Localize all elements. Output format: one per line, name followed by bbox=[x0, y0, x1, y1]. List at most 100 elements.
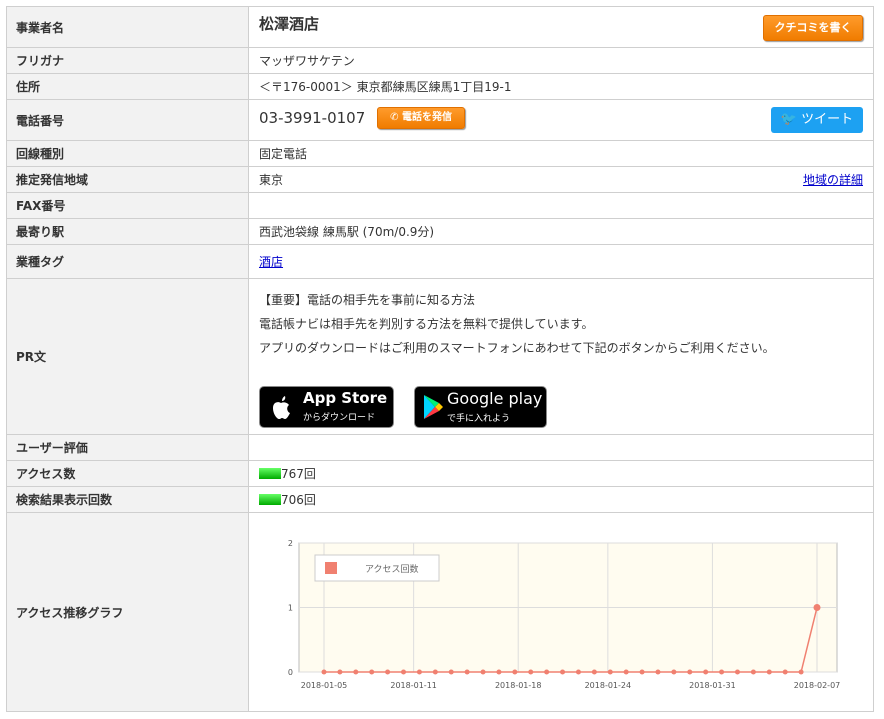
y-tick-label: 2 bbox=[288, 539, 293, 548]
data-point bbox=[464, 669, 470, 675]
row-fax: FAX番号 bbox=[6, 192, 874, 219]
row-access: アクセス数 767回 bbox=[6, 460, 874, 487]
label-address: 住所 bbox=[6, 73, 249, 100]
legend-label: アクセス回数 bbox=[365, 563, 419, 575]
data-point bbox=[560, 669, 566, 675]
phone-number: 03-3991-0107 bbox=[259, 109, 366, 127]
rating-value bbox=[248, 434, 874, 461]
data-point bbox=[639, 669, 645, 675]
label-graph: アクセス推移グラフ bbox=[6, 512, 249, 712]
business-info-table: 事業者名 松澤酒店 クチコミを書く フリガナ マッザワサケテン 住所 ＜〒176… bbox=[6, 6, 874, 712]
google-play-subtitle: で手に入れよう bbox=[447, 413, 511, 424]
data-point bbox=[337, 669, 343, 675]
twitter-bird-icon: 🐦 bbox=[780, 112, 802, 127]
label-access: アクセス数 bbox=[6, 460, 249, 487]
app-store-subtitle: からダウンロード bbox=[303, 412, 376, 423]
data-point bbox=[703, 669, 709, 675]
x-tick-label: 2018-01-05 bbox=[301, 681, 348, 690]
data-point bbox=[401, 669, 407, 675]
access-bar bbox=[259, 468, 281, 479]
label-search: 検索結果表示回数 bbox=[6, 486, 249, 513]
google-play-icon bbox=[424, 394, 443, 419]
data-point bbox=[766, 669, 772, 675]
access-count: 767回 bbox=[281, 467, 316, 481]
row-address: 住所 ＜〒176-0001＞ 東京都練馬区練馬1丁目19-1 bbox=[6, 73, 874, 100]
furigana-value: マッザワサケテン bbox=[248, 47, 874, 74]
legend-swatch bbox=[325, 562, 337, 574]
y-tick-label: 0 bbox=[288, 668, 293, 677]
row-business-name: 事業者名 松澤酒店 クチコミを書く bbox=[6, 6, 874, 48]
row-rating: ユーザー評価 bbox=[6, 434, 874, 461]
access-trend-chart: 0 1 2 2018-01-05 2018-01-11 2018-01-18 2018-01… bbox=[288, 539, 841, 690]
data-point bbox=[448, 669, 454, 675]
data-point bbox=[496, 669, 502, 675]
fax-value bbox=[248, 192, 874, 219]
x-tick-label: 2018-01-31 bbox=[689, 681, 736, 690]
address-value: ＜〒176-0001＞ 東京都練馬区練馬1丁目19-1 bbox=[248, 73, 874, 100]
region-detail-link[interactable]: 地域の詳細 bbox=[803, 171, 863, 188]
business-info-panel: 事業者名 松澤酒店 クチコミを書く フリガナ マッザワサケテン 住所 ＜〒176… bbox=[6, 6, 874, 712]
data-point bbox=[321, 669, 327, 675]
pr-line-2: 電話帳ナビは相手先を判別する方法を無料で提供しています。 bbox=[259, 316, 594, 331]
data-point bbox=[734, 669, 740, 675]
label-pr: PR文 bbox=[6, 278, 249, 435]
data-point bbox=[591, 669, 597, 675]
row-region: 推定発信地域 東京 地域の詳細 bbox=[6, 166, 874, 193]
google-play-button[interactable]: Google play で手に入れよう bbox=[414, 385, 547, 428]
x-tick-label: 2018-01-18 bbox=[495, 681, 542, 690]
data-point bbox=[655, 669, 661, 675]
search-count: 706回 bbox=[281, 493, 316, 507]
row-pr: PR文 【重要】電話の相手先を事前に知る方法 電話帳ナビは相手先を判別する方法を… bbox=[6, 278, 874, 435]
phone-icon: ✆ bbox=[390, 112, 403, 123]
x-tick-label: 2018-01-24 bbox=[585, 681, 632, 690]
tweet-button[interactable]: 🐦 ツイート bbox=[771, 107, 863, 133]
label-station: 最寄り駅 bbox=[6, 218, 249, 245]
y-tick-label: 1 bbox=[288, 604, 293, 613]
pr-line-1: 【重要】電話の相手先を事前に知る方法 bbox=[259, 292, 476, 307]
search-bar bbox=[259, 494, 281, 505]
data-point bbox=[719, 669, 725, 675]
data-point bbox=[416, 669, 422, 675]
apple-icon bbox=[273, 395, 290, 419]
call-button[interactable]: ✆ 電話を発信 bbox=[377, 107, 466, 129]
x-tick-label: 2018-01-11 bbox=[390, 681, 437, 690]
label-furigana: フリガナ bbox=[6, 47, 249, 74]
label-tag: 業種タグ bbox=[6, 244, 249, 279]
write-review-button[interactable]: クチコミを書く bbox=[763, 15, 863, 41]
row-tag: 業種タグ 酒店 bbox=[6, 244, 874, 279]
data-point bbox=[687, 669, 693, 675]
app-store-title: App Store bbox=[303, 388, 388, 407]
label-business-name: 事業者名 bbox=[6, 6, 249, 48]
line-type-value: 固定電話 bbox=[248, 140, 874, 167]
data-point bbox=[385, 669, 391, 675]
data-point bbox=[512, 669, 518, 675]
pr-line-3: アプリのダウンロードはご利用のスマートフォンにあわせて下記のボタンからご利用くだ… bbox=[259, 340, 775, 355]
station-value: 西武池袋線 練馬駅 (70m/0.9分) bbox=[248, 218, 874, 245]
row-phone: 電話番号 03-3991-0107 ✆ 電話を発信 🐦 ツイート bbox=[6, 99, 874, 141]
business-name: 松澤酒店 bbox=[259, 15, 320, 33]
region-value: 東京 bbox=[259, 173, 284, 187]
data-point bbox=[607, 669, 613, 675]
label-line-type: 回線種別 bbox=[6, 140, 249, 167]
data-point bbox=[369, 669, 375, 675]
data-point bbox=[623, 669, 629, 675]
data-point bbox=[480, 669, 486, 675]
row-graph: アクセス推移グラフ 0 1 2 2018-01-05 2018-01-11 2018-01… bbox=[6, 512, 874, 712]
row-furigana: フリガナ マッザワサケテン bbox=[6, 47, 874, 74]
data-point bbox=[798, 669, 804, 675]
data-point bbox=[782, 669, 788, 675]
label-rating: ユーザー評価 bbox=[6, 434, 249, 461]
data-point bbox=[353, 669, 359, 675]
tag-link[interactable]: 酒店 bbox=[259, 255, 283, 269]
label-phone: 電話番号 bbox=[6, 99, 249, 141]
x-tick-label: 2018-02-07 bbox=[794, 681, 841, 690]
row-search: 検索結果表示回数 706回 bbox=[6, 486, 874, 513]
call-button-label: 電話を発信 bbox=[402, 112, 453, 123]
data-point bbox=[671, 669, 677, 675]
tweet-button-label: ツイート bbox=[801, 112, 854, 127]
data-point bbox=[528, 669, 534, 675]
data-point bbox=[575, 669, 581, 675]
app-store-button[interactable]: App Store からダウンロード bbox=[259, 385, 394, 428]
row-station: 最寄り駅 西武池袋線 練馬駅 (70m/0.9分) bbox=[6, 218, 874, 245]
data-point bbox=[432, 669, 438, 675]
